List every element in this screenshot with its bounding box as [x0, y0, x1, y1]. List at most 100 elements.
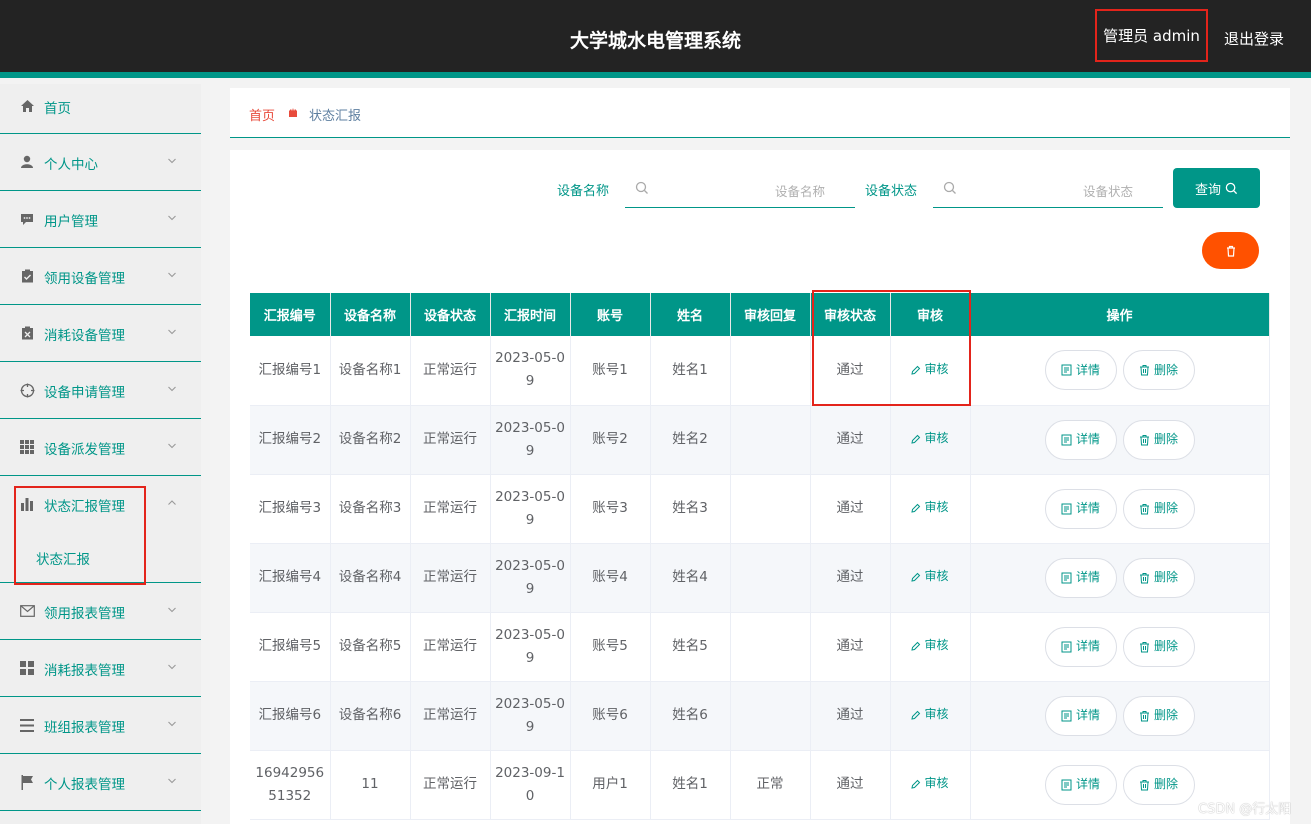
cell-account: 用户1 — [570, 750, 651, 820]
cell-status: 正常运行 — [410, 474, 491, 544]
column-header[interactable]: 审核状态 — [810, 293, 891, 336]
flag-icon — [19, 774, 35, 790]
search-icon — [635, 181, 648, 194]
chevron-down-icon — [168, 272, 176, 278]
column-header[interactable]: 账号 — [570, 293, 651, 336]
audit-link-label: 审核 — [924, 362, 949, 376]
delete-button-label: 删除 — [1153, 432, 1178, 446]
cell-status: 正常运行 — [410, 750, 491, 820]
cell-actions: 详情 删除 — [970, 336, 1270, 406]
breadcrumb-current: 状态汇报 — [309, 109, 362, 124]
delete-button-label: 删除 — [1153, 570, 1178, 584]
table-row: 汇报编号6 设备名称6 正常运行 2023-05-09 账号6 姓名6 通过 审核 详情 删除 — [250, 681, 1270, 751]
sidebar-item-11[interactable]: 个人报表管理 — [0, 754, 201, 811]
detail-button[interactable]: 详情 — [1044, 764, 1117, 805]
document-icon — [1061, 641, 1072, 652]
delete-button[interactable]: 删除 — [1122, 626, 1195, 667]
delete-button[interactable]: 删除 — [1122, 695, 1195, 736]
cell-account: 账号3 — [570, 474, 651, 544]
column-header[interactable]: 审核回复 — [730, 293, 811, 336]
cell-no: 汇报编号3 — [250, 474, 331, 544]
cell-audit_status: 通过 — [810, 612, 891, 682]
sidebar-item-9[interactable]: 消耗报表管理 — [0, 640, 201, 697]
detail-button[interactable]: 详情 — [1044, 626, 1117, 667]
cell-actions: 详情 删除 — [970, 681, 1270, 751]
audit-link[interactable]: 审核 — [911, 703, 949, 726]
detail-button[interactable]: 详情 — [1044, 557, 1117, 598]
column-header[interactable]: 汇报时间 — [490, 293, 571, 336]
cell-audit_status: 通过 — [810, 336, 891, 406]
cell-audit: 审核 — [890, 474, 971, 544]
query-button[interactable]: 查询 — [1173, 168, 1260, 208]
audit-link[interactable]: 审核 — [911, 358, 949, 381]
sidebar: 首页个人中心 用户管理领用设备管理消耗设备管理 设备申请管理 设备派发管理状态汇报管理… — [0, 84, 201, 824]
cell-audit_status: 通过 — [810, 543, 891, 613]
detail-button-label: 详情 — [1075, 501, 1100, 515]
trash-icon — [1139, 779, 1149, 790]
device-status-input[interactable]: 设备状态 — [933, 170, 1163, 208]
device-status-placeholder: 设备状态 — [1082, 184, 1133, 199]
cell-audit: 审核 — [890, 405, 971, 475]
breadcrumb-separator-icon — [289, 108, 297, 117]
cell-time: 2023-05-09 — [490, 474, 571, 544]
sidebar-item-3[interactable]: 领用设备管理 — [0, 248, 201, 305]
logout-link[interactable]: 退出登录 — [1224, 28, 1284, 49]
sidebar-item-label: 领用设备管理 — [44, 271, 125, 287]
delete-button[interactable]: 删除 — [1122, 488, 1195, 529]
delete-button[interactable]: 删除 — [1122, 764, 1195, 805]
chevron-down-icon — [168, 215, 176, 221]
sidebar-item-1[interactable]: 个人中心 — [0, 134, 201, 191]
sidebar-item-5[interactable]: 设备申请管理 — [0, 362, 201, 419]
sidebar-item-4[interactable]: 消耗设备管理 — [0, 305, 201, 362]
column-header[interactable]: 设备名称 — [330, 293, 411, 336]
chevron-down-icon — [168, 721, 176, 727]
chevron-down-icon — [168, 778, 176, 784]
sidebar-item-2[interactable]: 用户管理 — [0, 191, 201, 248]
column-header[interactable]: 审核 — [890, 293, 971, 336]
batch-delete-button[interactable] — [1202, 232, 1259, 269]
cell-actions: 详情 删除 — [970, 543, 1270, 613]
home-icon — [19, 98, 35, 114]
cell-account: 账号1 — [570, 336, 651, 406]
audit-link[interactable]: 审核 — [911, 772, 949, 795]
trash-icon — [1139, 503, 1149, 514]
column-header[interactable]: 姓名 — [650, 293, 731, 336]
sidebar-item-label: 首页 — [44, 101, 71, 117]
delete-button[interactable]: 删除 — [1122, 419, 1195, 460]
audit-link[interactable]: 审核 — [911, 634, 949, 657]
cell-device: 设备名称3 — [330, 474, 411, 544]
sidebar-item-label: 状态汇报管理 — [44, 499, 125, 515]
bar-chart-icon — [19, 496, 35, 512]
sidebar-item-8[interactable]: 领用报表管理 — [0, 583, 201, 640]
column-header[interactable]: 设备状态 — [410, 293, 491, 336]
sidebar-subitem-status-report[interactable]: 状态汇报 — [36, 548, 90, 568]
trash-icon — [1139, 434, 1149, 445]
document-icon — [1061, 710, 1072, 721]
admin-user-label[interactable]: 管理员 admin — [1095, 9, 1208, 62]
delete-button-label: 删除 — [1153, 777, 1178, 791]
breadcrumb-home[interactable]: 首页 — [249, 105, 275, 124]
cell-no: 汇报编号6 — [250, 681, 331, 751]
delete-button[interactable]: 删除 — [1122, 557, 1195, 598]
edit-icon — [911, 434, 921, 444]
sidebar-item-6[interactable]: 设备派发管理 — [0, 419, 201, 476]
mail-icon — [19, 603, 35, 619]
column-header[interactable]: 汇报编号 — [250, 293, 331, 336]
chevron-down-icon — [168, 386, 176, 392]
detail-button[interactable]: 详情 — [1044, 695, 1117, 736]
document-icon — [1061, 434, 1072, 445]
audit-link[interactable]: 审核 — [911, 496, 949, 519]
detail-button[interactable]: 详情 — [1044, 419, 1117, 460]
sidebar-item-label: 消耗报表管理 — [44, 663, 125, 679]
detail-button[interactable]: 详情 — [1044, 350, 1117, 391]
sidebar-item-0[interactable]: 首页 — [0, 84, 201, 134]
audit-link[interactable]: 审核 — [911, 427, 949, 450]
audit-link[interactable]: 审核 — [911, 565, 949, 588]
delete-button[interactable]: 删除 — [1122, 350, 1195, 391]
column-header[interactable]: 操作 — [970, 293, 1270, 336]
sidebar-item-10[interactable]: 班组报表管理 — [0, 697, 201, 754]
device-name-input[interactable]: 设备名称 — [625, 170, 855, 208]
detail-button[interactable]: 详情 — [1044, 488, 1117, 529]
sidebar-item-7[interactable]: 状态汇报管理 — [0, 476, 201, 583]
trash-icon — [1139, 572, 1149, 583]
